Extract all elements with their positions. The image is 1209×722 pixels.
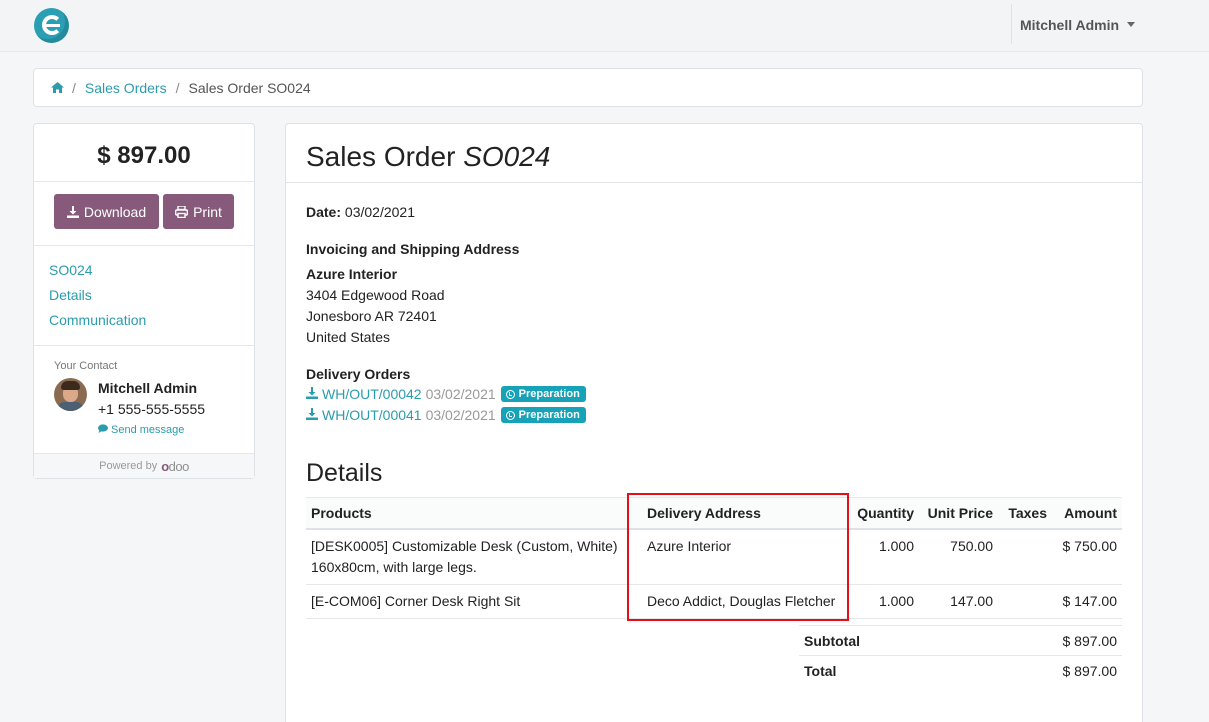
- delivery-heading: Delivery Orders: [306, 366, 411, 382]
- line-quantity: 1.000: [849, 528, 919, 585]
- download-label: Download: [83, 203, 147, 220]
- user-menu-label: Mitchell Admin: [1020, 17, 1120, 33]
- table-row: [E-COM06] Corner Desk Right Sit Deco Add…: [306, 584, 1122, 619]
- line-delivery-address: Deco Addict, Douglas Fletcher: [627, 584, 849, 619]
- subtotal-label: Subtotal: [804, 632, 860, 649]
- line-taxes: [998, 528, 1052, 585]
- delivery-date: 03/02/2021: [425, 386, 496, 402]
- total-row: Total $ 897.00: [799, 655, 1122, 685]
- breadcrumb-sales-orders[interactable]: Sales Orders: [85, 80, 167, 96]
- order-sidebar: $ 897.00 Download Print SO024 Details Co…: [33, 123, 255, 479]
- line-delivery-address: Azure Interior: [627, 528, 849, 585]
- odoo-logo[interactable]: odoo: [161, 459, 189, 474]
- contact-title: Your Contact: [54, 360, 118, 372]
- print-label: Print: [193, 203, 222, 220]
- comment-icon: [98, 424, 108, 436]
- powered-by-footer: Powered by odoo: [34, 453, 254, 478]
- delivery-ref: WH/OUT/00042: [322, 386, 422, 402]
- order-date: Date: 03/02/2021: [306, 204, 415, 220]
- column-header-delivery-address: Delivery Address: [627, 497, 849, 530]
- status-badge: Preparation: [500, 407, 586, 423]
- delivery-order-link[interactable]: WH/OUT/00041: [306, 407, 422, 423]
- delivery-order-link[interactable]: WH/OUT/00042: [306, 386, 422, 402]
- status-label: Preparation: [518, 388, 580, 400]
- delivery-order-row: WH/OUT/00041 03/02/2021 Preparation: [306, 407, 586, 423]
- avatar: [54, 378, 87, 411]
- delivery-date: 03/02/2021: [425, 407, 496, 423]
- line-quantity: 1.000: [849, 584, 919, 619]
- navbar-divider: [1011, 4, 1012, 44]
- divider: [286, 182, 1142, 183]
- status-badge: Preparation: [500, 386, 586, 402]
- nav-link-details[interactable]: Details: [49, 287, 92, 303]
- subtotal-row: Subtotal $ 897.00: [799, 625, 1122, 655]
- address-name: Azure Interior: [306, 266, 398, 282]
- table-row: [DESK0005] Customizable Desk (Custom, Wh…: [306, 528, 1122, 585]
- print-button[interactable]: Print: [163, 194, 234, 229]
- send-message-label: Send message: [111, 424, 185, 436]
- send-message-link[interactable]: Send message: [98, 424, 184, 436]
- caret-down-icon: [1127, 21, 1136, 27]
- address-heading: Invoicing and Shipping Address: [306, 241, 520, 257]
- line-product: [DESK0005] Customizable Desk (Custom, Wh…: [306, 528, 627, 585]
- download-icon: [306, 407, 318, 423]
- order-main-panel: Sales Order SO024 Date: 03/02/2021 Invoi…: [285, 123, 1143, 722]
- odoo-logo-rest: doo: [168, 458, 190, 474]
- total-value: $ 897.00: [1062, 662, 1118, 679]
- line-unit-price: 750.00: [919, 528, 998, 585]
- page-title: Sales Order SO024: [306, 141, 550, 173]
- app-logo-icon[interactable]: [34, 8, 69, 43]
- line-unit-price: 147.00: [919, 584, 998, 619]
- breadcrumb-current: Sales Order SO024: [188, 79, 311, 96]
- date-label: Date:: [306, 204, 342, 220]
- download-icon: [66, 205, 79, 218]
- subtotal-value: $ 897.00: [1062, 632, 1118, 649]
- column-header-products: Products: [306, 497, 627, 530]
- breadcrumb: / Sales Orders / Sales Order SO024: [33, 68, 1143, 107]
- delivery-order-row: WH/OUT/00042 03/02/2021 Preparation: [306, 386, 586, 402]
- line-amount: $ 750.00: [1052, 528, 1122, 585]
- line-taxes: [998, 584, 1052, 619]
- line-amount: $ 147.00: [1052, 584, 1122, 619]
- clock-icon: [505, 389, 515, 399]
- status-label: Preparation: [518, 409, 580, 421]
- print-icon: [175, 205, 189, 218]
- order-amount: $ 897.00: [97, 142, 191, 169]
- title-prefix: Sales Order: [306, 141, 456, 172]
- address-line: Jonesboro AR 72401: [306, 308, 437, 324]
- line-product: [E-COM06] Corner Desk Right Sit: [306, 584, 627, 619]
- nav-link-communication[interactable]: Communication: [49, 312, 146, 328]
- total-label: Total: [804, 662, 837, 679]
- delivery-ref: WH/OUT/00041: [322, 407, 422, 423]
- home-icon[interactable]: [51, 82, 64, 93]
- odoo-logo-first: o: [161, 458, 169, 474]
- address-line: United States: [306, 329, 391, 345]
- breadcrumb-separator: /: [72, 79, 76, 96]
- address-line: 3404 Edgewood Road: [306, 287, 445, 303]
- order-lines-table: Products Delivery Address Quantity Unit …: [306, 497, 1122, 619]
- column-header-amount: Amount: [1052, 497, 1122, 530]
- download-button[interactable]: Download: [54, 194, 159, 229]
- order-totals: Subtotal $ 897.00 Total $ 897.00: [799, 625, 1122, 685]
- download-icon: [306, 386, 318, 402]
- powered-by-label: Powered by: [99, 460, 158, 472]
- divider: [34, 345, 254, 346]
- user-menu-dropdown[interactable]: Mitchell Admin: [1020, 17, 1136, 33]
- title-ref: SO024: [463, 141, 551, 172]
- table-header-row: Products Delivery Address Quantity Unit …: [306, 497, 1122, 530]
- top-navbar: Mitchell Admin: [0, 0, 1209, 52]
- clock-icon: [505, 410, 515, 420]
- breadcrumb-separator: /: [175, 79, 180, 96]
- divider: [34, 181, 254, 182]
- date-value: 03/02/2021: [344, 204, 415, 220]
- column-header-unit-price: Unit Price: [919, 497, 998, 530]
- contact-name: Mitchell Admin: [98, 380, 198, 396]
- details-heading: Details: [306, 459, 383, 487]
- contact-phone: +1 555-555-5555: [98, 401, 206, 417]
- nav-link-so024[interactable]: SO024: [49, 262, 93, 278]
- column-header-quantity: Quantity: [849, 497, 919, 530]
- divider: [34, 245, 254, 246]
- column-header-taxes: Taxes: [998, 497, 1052, 530]
